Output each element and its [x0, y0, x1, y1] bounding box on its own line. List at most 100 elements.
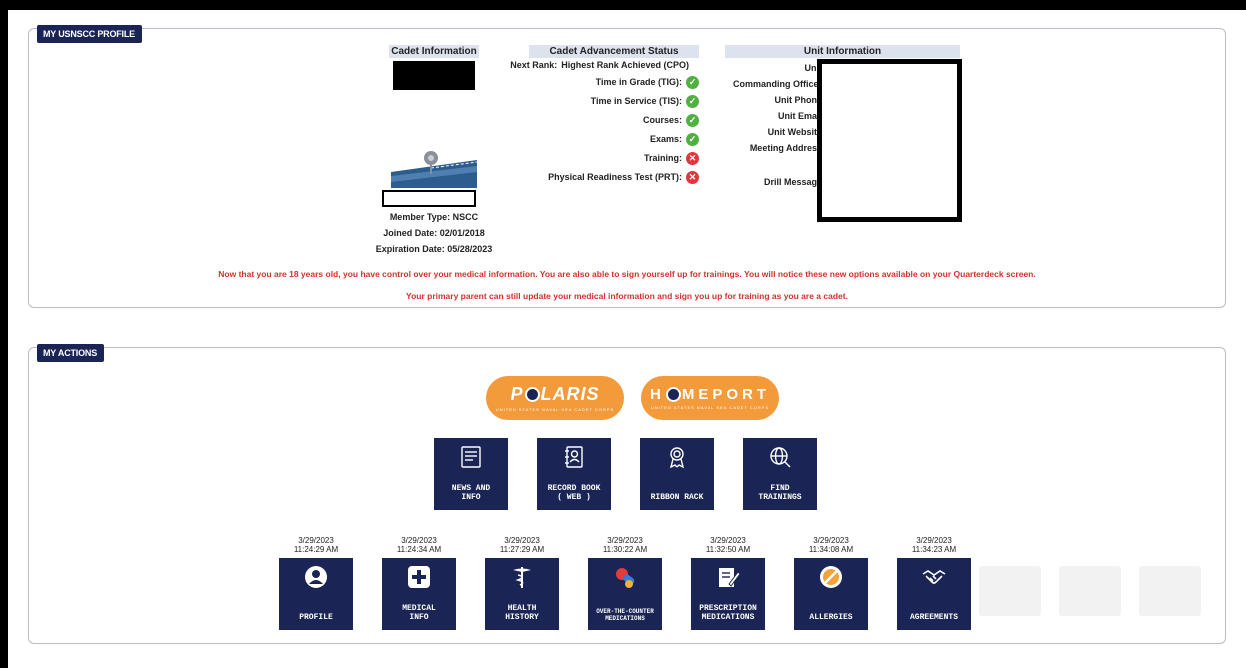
advancement-item-exams: Exams: ✓	[650, 132, 699, 146]
check-icon: ✓	[686, 113, 699, 127]
otc-medications-timestamp: 3/29/2023 11:30:22 AM	[588, 536, 662, 554]
pills-icon	[616, 568, 635, 588]
otc-medications-button[interactable]: OVER-THE-COUNTER MEDICATIONS	[588, 558, 662, 630]
find-trainings-label: FIND TRAININGS	[758, 484, 802, 502]
advancement-item-label: Exams:	[649, 134, 682, 144]
handshake-icon	[922, 570, 946, 584]
medical-cross-icon	[408, 566, 430, 588]
actions-section-tab: MY ACTIONS	[37, 344, 105, 362]
age-notice: Now that you are 18 years old, you have …	[218, 269, 1036, 279]
profile-section-tab: MY USNSCC PROFILE	[37, 25, 142, 43]
homeport-subtitle: UNITED STATES NAVAL SEA CADET CORPS	[650, 405, 770, 410]
meeting-address-label: Meeting Address:	[749, 143, 825, 153]
next-rank-value: Highest Rank Achieved (CPO)	[561, 60, 689, 70]
advancement-item-courses: Courses: ✓	[643, 113, 699, 127]
timestamp-time: 11:32:50 AM	[705, 545, 751, 554]
timestamp-date: 3/29/2023	[607, 536, 643, 545]
prescription-medications-label: PRESCRIPTION MEDICATIONS	[699, 604, 757, 622]
polaris-title-b: LARIS	[540, 384, 600, 404]
polaris-button[interactable]: P LARIS UNITED STATES NAVAL SEA CADET COR…	[486, 376, 624, 420]
x-icon: ✕	[686, 170, 699, 184]
agreements-label: AGREEMENTS	[909, 613, 958, 622]
newspaper-icon	[461, 446, 481, 468]
timestamp-date: 3/29/2023	[813, 536, 849, 545]
advancement-item-tis: Time in Service (TIS): ✓	[591, 94, 699, 108]
joined-date: Joined Date: 02/01/2018	[383, 228, 485, 238]
advancement-item-label: Time in Grade (TIG):	[595, 77, 682, 87]
timestamp-time: 11:24:29 AM	[293, 545, 339, 554]
globe-search-icon	[770, 447, 791, 468]
news-and-info-button[interactable]: NEWS AND INFO	[434, 438, 508, 510]
timestamp-date: 3/29/2023	[916, 536, 952, 545]
allergy-icon	[820, 566, 842, 588]
health-history-button[interactable]: HEALTH HISTORY	[485, 558, 559, 630]
timestamp-time: 11:34:08 AM	[808, 545, 854, 554]
drill-message-label: Drill Message:	[763, 177, 825, 187]
prescription-medications-timestamp: 3/29/2023 11:32:50 AM	[691, 536, 765, 554]
next-rank-label: Next Rank:	[510, 60, 558, 70]
timestamp-date: 3/29/2023	[401, 536, 437, 545]
find-trainings-button[interactable]: FIND TRAININGS	[743, 438, 817, 510]
advancement-item-label: Physical Readiness Test (PRT):	[548, 172, 682, 182]
ribbon-rack-button[interactable]: RIBBON RACK	[640, 438, 714, 510]
check-icon: ✓	[686, 132, 699, 146]
profile-label: PROFILE	[299, 613, 333, 622]
medical-info-button[interactable]: MEDICAL INFO	[382, 558, 456, 630]
award-ribbon-icon	[669, 447, 685, 469]
record-book-button[interactable]: RECORD BOOK ( WEB )	[537, 438, 611, 510]
redacted-photo-banner	[393, 61, 475, 90]
ribbon-rack-label: RIBBON RACK	[650, 493, 704, 502]
check-icon: ✓	[686, 75, 699, 89]
faded-tile	[979, 566, 1041, 616]
check-icon: ✓	[686, 94, 699, 108]
expiration-date: Expiration Date: 05/28/2023	[375, 244, 493, 254]
timestamp-date: 3/29/2023	[710, 536, 746, 545]
medical-info-label: MEDICAL INFO	[402, 604, 436, 622]
profile-panel: MY USNSCC PROFILE Cadet Information Memb…	[28, 25, 1226, 308]
cadet-info-header: Cadet Information	[389, 45, 479, 58]
caduceus-icon	[513, 567, 531, 588]
allergies-button[interactable]: ALLERGIES	[794, 558, 868, 630]
parent-notice: Your primary parent can still update you…	[406, 291, 848, 301]
otc-medications-label: OVER-THE-COUNTER MEDICATIONS	[596, 608, 654, 622]
medical-info-timestamp: 3/29/2023 11:24:34 AM	[382, 536, 456, 554]
redacted-name-box	[382, 190, 476, 207]
homeport-button[interactable]: H MEPORT UNITED STATES NAVAL SEA CADET CO…	[641, 376, 779, 420]
news-and-info-label: NEWS AND INFO	[451, 484, 491, 502]
faded-tile	[1059, 566, 1121, 616]
advancement-item-training: Training: ✕	[644, 151, 699, 165]
homeport-title-a: H	[649, 386, 665, 403]
timestamp-date: 3/29/2023	[298, 536, 334, 545]
timestamp-time: 11:30:22 AM	[602, 545, 648, 554]
polaris-logo: P LARIS	[510, 384, 599, 405]
prescription-pen-icon	[719, 568, 741, 587]
advancement-item-prt: Physical Readiness Test (PRT): ✕	[548, 170, 699, 184]
faded-tile	[1139, 566, 1201, 616]
advancement-item-label: Courses:	[642, 115, 682, 125]
advancement-item-label: Training:	[644, 153, 682, 163]
globe-icon	[665, 387, 681, 402]
next-rank-row: Next Rank: Highest Rank Achieved (CPO)	[510, 58, 689, 72]
member-type: Member Type: NSCC	[389, 212, 479, 222]
address-book-icon	[565, 446, 583, 468]
timestamp-time: 11:27:29 AM	[499, 545, 545, 554]
agreements-timestamp: 3/29/2023 11:34:23 AM	[897, 536, 971, 554]
allergies-label: ALLERGIES	[809, 613, 853, 622]
profile-timestamp: 3/29/2023 11:24:29 AM	[279, 536, 353, 554]
allergies-timestamp: 3/29/2023 11:34:08 AM	[794, 536, 868, 554]
homeport-title-b: MEPORT	[681, 386, 770, 403]
map-placeholder-icon	[391, 151, 477, 188]
user-circle-icon	[305, 566, 327, 588]
commanding-officer-label: Commanding Officer:	[732, 79, 825, 89]
actions-panel: MY ACTIONS P LARIS UNITED STATES NAVAL SE…	[28, 344, 1226, 644]
profile-button[interactable]: PROFILE	[279, 558, 353, 630]
record-book-label: RECORD BOOK ( WEB )	[547, 484, 601, 502]
timestamp-time: 11:34:23 AM	[911, 545, 957, 554]
agreements-button[interactable]: AGREEMENTS	[897, 558, 971, 630]
advancement-header: Cadet Advancement Status	[529, 45, 699, 58]
health-history-timestamp: 3/29/2023 11:27:29 AM	[485, 536, 559, 554]
x-icon: ✕	[686, 151, 699, 165]
prescription-medications-button[interactable]: PRESCRIPTION MEDICATIONS	[691, 558, 765, 630]
homeport-logo: H MEPORT	[650, 386, 770, 403]
advancement-item-tig: Time in Grade (TIG): ✓	[596, 75, 699, 89]
